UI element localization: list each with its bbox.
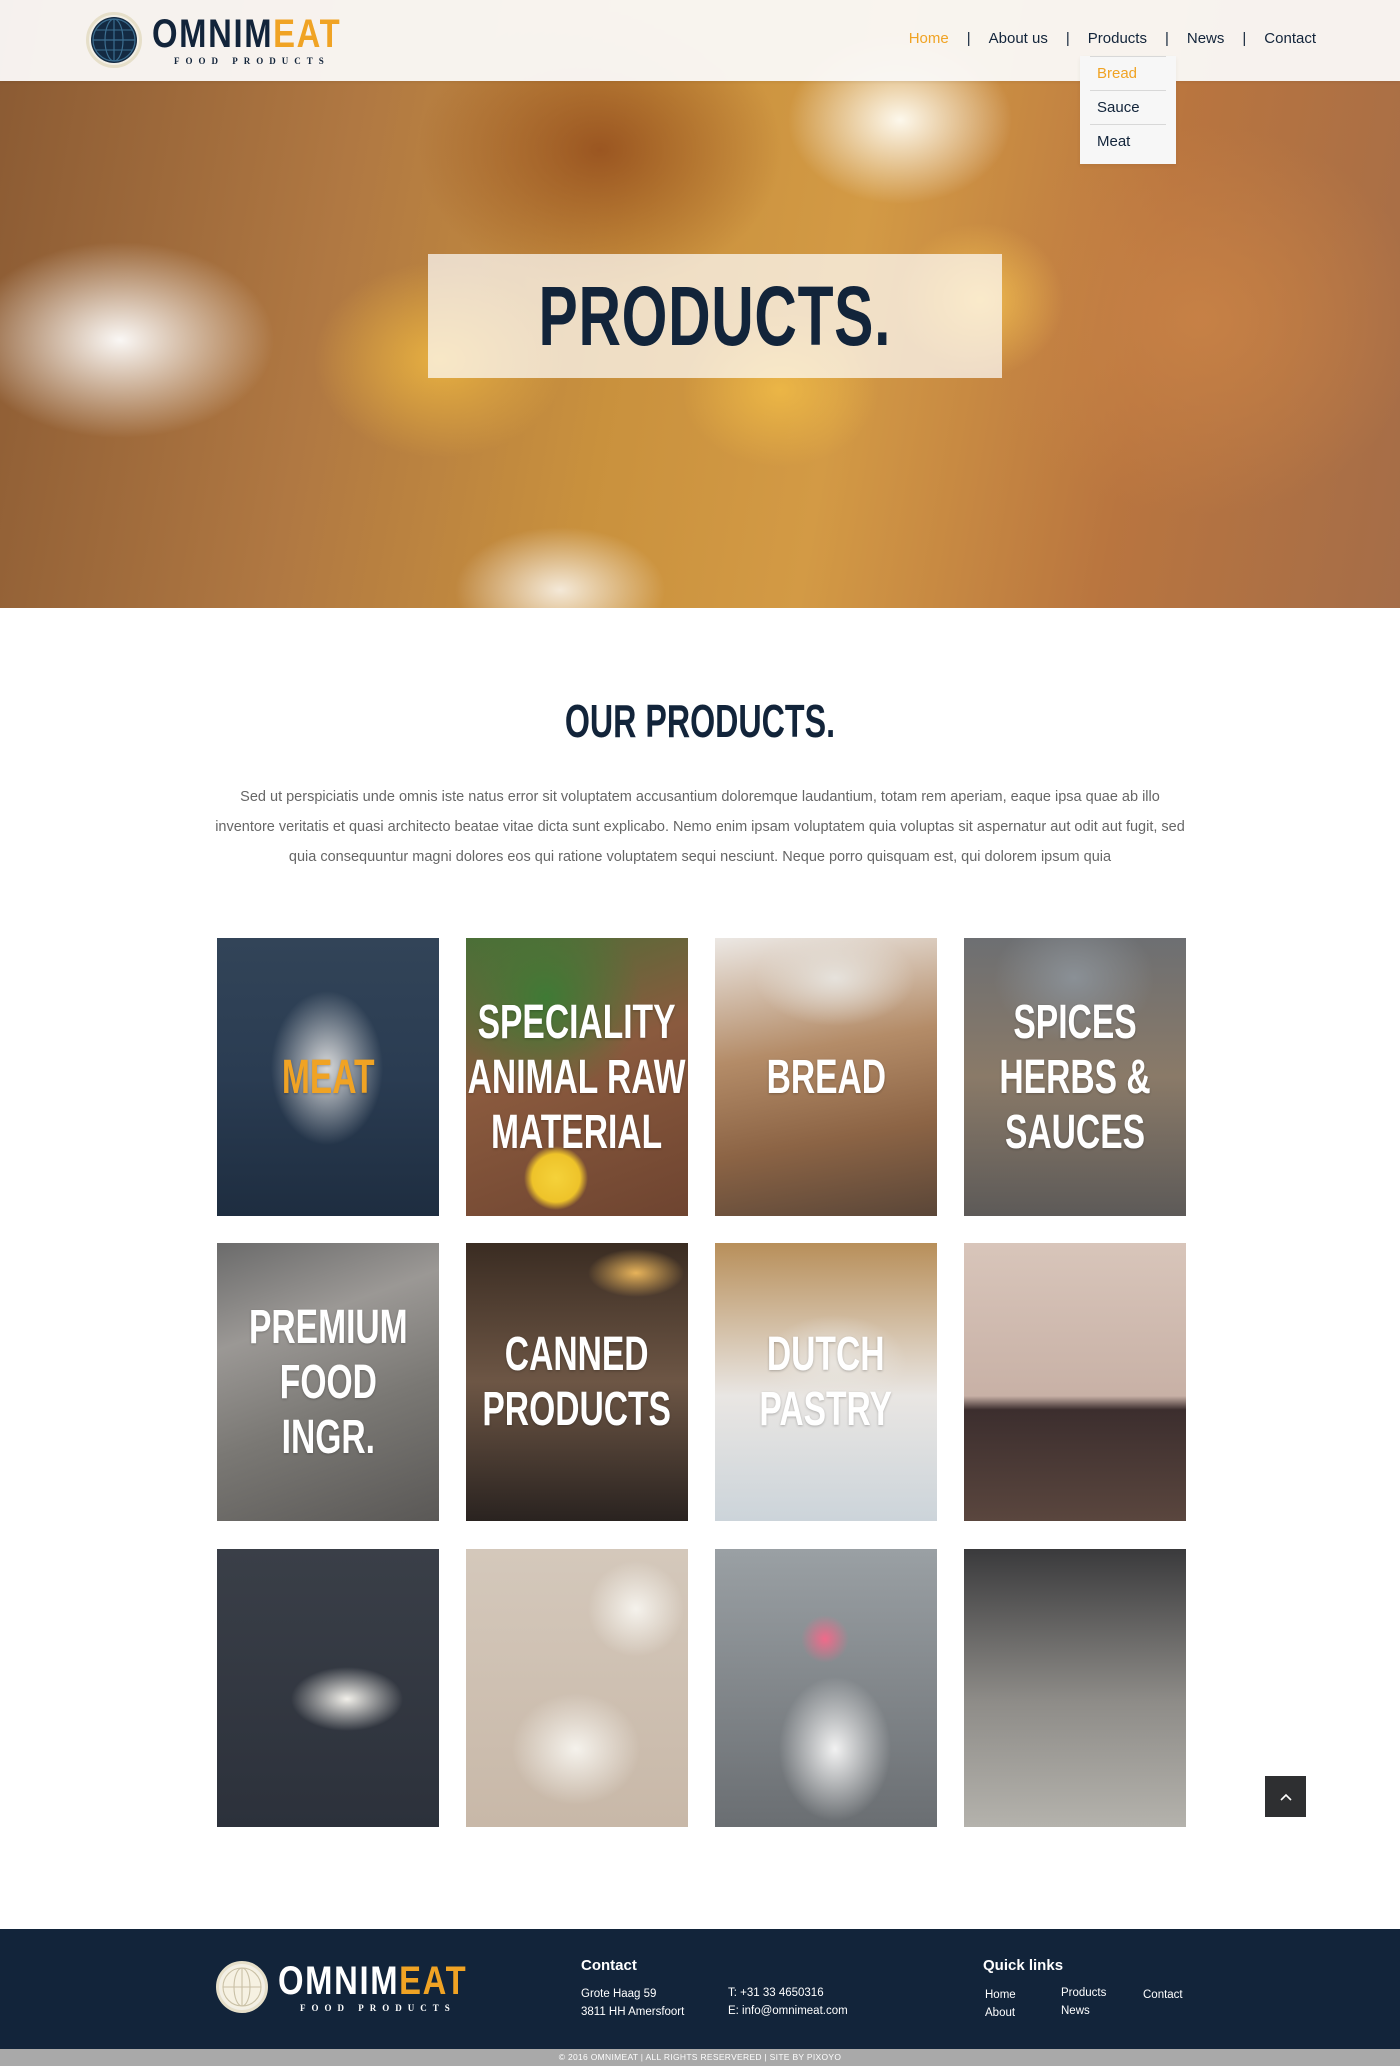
product-tile-canned[interactable]: CANNED PRODUCTS bbox=[466, 1243, 688, 1521]
nav-separator: | bbox=[1065, 30, 1070, 47]
footer-contact-title: Contact bbox=[581, 1957, 637, 1974]
footer-link-about[interactable]: About bbox=[985, 2004, 1016, 2022]
site-footer: OMNIMEAT FOOD PRODUCTS Contact Grote Haa… bbox=[0, 1929, 1400, 2049]
footer-links-col1: Home About bbox=[985, 1986, 1016, 2022]
footer-logo[interactable]: OMNIMEAT FOOD PRODUCTS bbox=[216, 1961, 509, 2013]
product-tile-label: SPECIALITY ANIMAL RAW MATERIAL bbox=[468, 995, 686, 1159]
logo-tagline: FOOD PRODUCTS bbox=[174, 56, 330, 66]
products-dropdown-menu: Bread Sauce Meat bbox=[1080, 56, 1176, 164]
main-nav: Home | About us | Products | News | Cont… bbox=[909, 30, 1316, 47]
nav-contact[interactable]: Contact bbox=[1264, 30, 1316, 47]
product-tile-image[interactable] bbox=[715, 1549, 937, 1827]
hero-banner: PRODUCTS. bbox=[0, 0, 1400, 608]
product-tile-pastry[interactable]: DUTCH PASTRY bbox=[715, 1243, 937, 1521]
footer-phone[interactable]: T: +31 33 4650316 bbox=[728, 1984, 848, 2002]
dropdown-item-sauce[interactable]: Sauce bbox=[1090, 90, 1166, 124]
footer-contact-details: T: +31 33 4650316 E: info@omnimeat.com bbox=[728, 1984, 848, 2020]
product-tile-image[interactable] bbox=[466, 1549, 688, 1827]
footer-email[interactable]: E: info@omnimeat.com bbox=[728, 2002, 848, 2020]
product-tile-image[interactable] bbox=[964, 1243, 1186, 1521]
nav-products[interactable]: Products bbox=[1088, 30, 1147, 47]
footer-link-contact[interactable]: Contact bbox=[1143, 1986, 1183, 2004]
site-logo[interactable]: OMNIMEAT FOOD PRODUCTS bbox=[86, 9, 383, 71]
site-header: OMNIMEAT FOOD PRODUCTS Home | About us |… bbox=[0, 0, 1400, 81]
footer-links-col2: Products News bbox=[1061, 1984, 1106, 2020]
footer-links-col3: Contact bbox=[1143, 1986, 1183, 2004]
product-tile-label: CANNED PRODUCTS bbox=[482, 1328, 672, 1436]
copyright-bar: © 2016 OMNIMEAT | ALL RIGHTS RESERVERED … bbox=[0, 2049, 1400, 2066]
product-tile-label: BREAD bbox=[766, 1050, 886, 1104]
product-tile-label: SPICES HERBS & SAUCES bbox=[999, 995, 1151, 1159]
product-tile-label: MEAT bbox=[281, 1050, 375, 1104]
footer-logo-wordmark: OMNIMEAT bbox=[278, 1959, 468, 2003]
footer-link-products[interactable]: Products bbox=[1061, 1984, 1106, 2002]
hero-title: PRODUCTS. bbox=[538, 268, 892, 363]
product-tile-speciality[interactable]: SPECIALITY ANIMAL RAW MATERIAL bbox=[466, 938, 688, 1216]
section-title: OUR PRODUCTS. bbox=[564, 695, 836, 747]
hero-title-card: PRODUCTS. bbox=[428, 254, 1002, 378]
intro-paragraph: Sed ut perspiciatis unde omnis iste natu… bbox=[215, 789, 1185, 865]
nav-separator: | bbox=[1164, 30, 1169, 47]
product-tile-image[interactable] bbox=[964, 1549, 1186, 1827]
product-tile-image[interactable] bbox=[217, 1549, 439, 1827]
footer-address: Grote Haag 59 3811 HH Amersfoort bbox=[581, 1988, 685, 2018]
scroll-to-top-button[interactable] bbox=[1265, 1776, 1306, 1817]
nav-separator: | bbox=[1242, 30, 1247, 47]
product-tile-meat[interactable]: MEAT bbox=[217, 938, 439, 1216]
product-tile-premium[interactable]: PREMIUM FOOD INGR. bbox=[217, 1243, 439, 1521]
footer-quick-links-title: Quick links bbox=[983, 1957, 1064, 1974]
dropdown-item-bread[interactable]: Bread bbox=[1090, 56, 1166, 90]
nav-news[interactable]: News bbox=[1187, 30, 1225, 47]
product-tile-label: PREMIUM FOOD INGR. bbox=[248, 1300, 408, 1464]
globe-logo-icon bbox=[216, 1961, 268, 2013]
product-tile-spices[interactable]: SPICES HERBS & SAUCES bbox=[964, 938, 1186, 1216]
chevron-up-icon bbox=[1279, 1793, 1292, 1801]
nav-home[interactable]: Home bbox=[909, 30, 949, 47]
globe-logo-icon bbox=[86, 12, 142, 68]
nav-separator: | bbox=[966, 30, 971, 47]
logo-wordmark: OMNIMEAT bbox=[152, 12, 342, 56]
footer-link-home[interactable]: Home bbox=[985, 1986, 1016, 2004]
product-tile-bread[interactable]: BREAD bbox=[715, 938, 937, 1216]
nav-about[interactable]: About us bbox=[989, 30, 1048, 47]
footer-logo-tagline: FOOD PRODUCTS bbox=[300, 2003, 456, 2013]
footer-link-news[interactable]: News bbox=[1061, 2002, 1106, 2020]
dropdown-item-meat[interactable]: Meat bbox=[1090, 124, 1166, 158]
product-tile-label: DUTCH PASTRY bbox=[759, 1328, 893, 1436]
